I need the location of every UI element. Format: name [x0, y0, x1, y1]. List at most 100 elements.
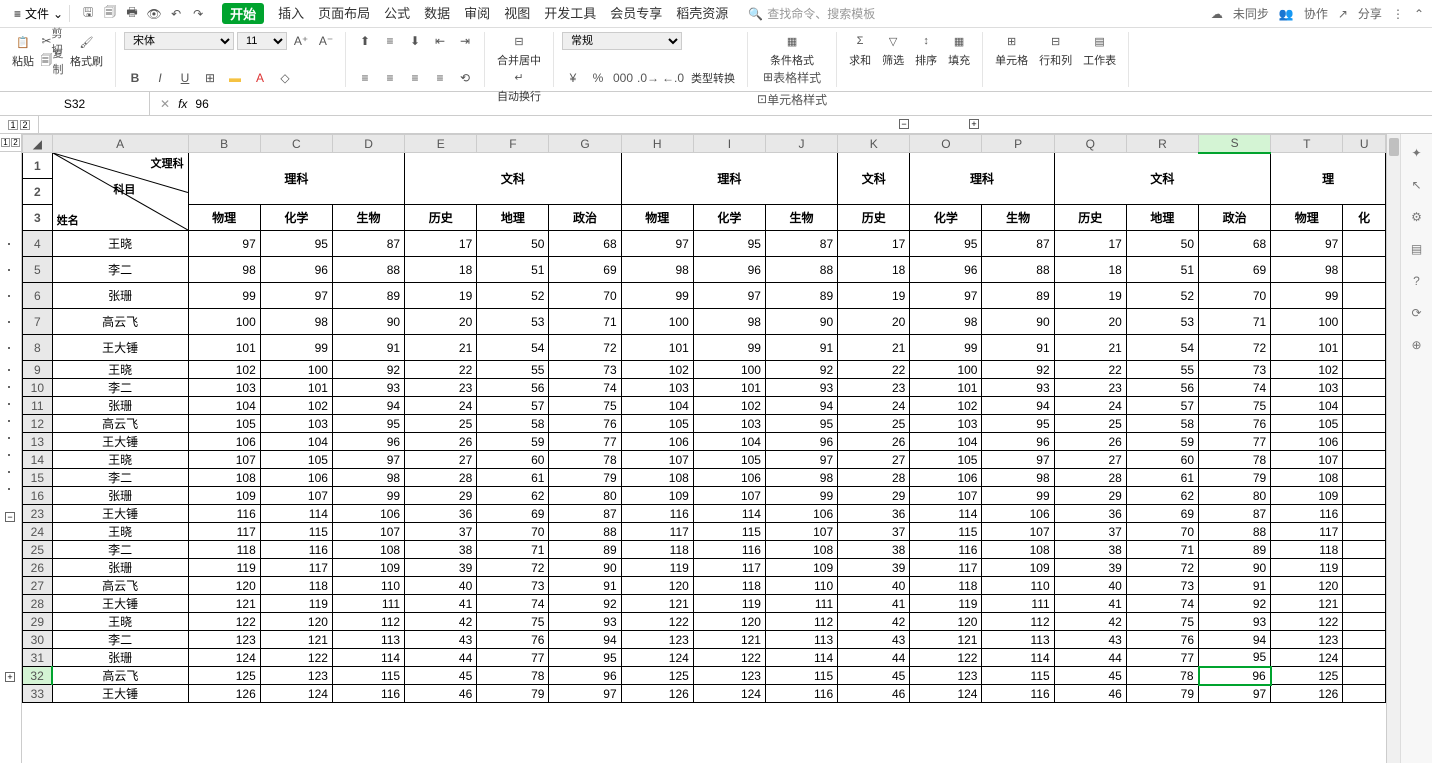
cell[interactable]: 121 [621, 595, 693, 613]
cell[interactable]: 93 [765, 379, 837, 397]
fill-color-button[interactable]: ▬ [224, 69, 246, 87]
copy-button[interactable]: 🗐 复制 [41, 52, 63, 70]
row-header-12[interactable]: 12 [23, 415, 53, 433]
col-outline-2[interactable]: 2 [20, 120, 30, 130]
cell[interactable]: 95 [910, 231, 982, 257]
cell[interactable]: 124 [621, 649, 693, 667]
align-center-icon[interactable]: ≡ [379, 69, 401, 87]
cell[interactable]: 71 [477, 541, 549, 559]
cell-name[interactable]: 高云飞 [52, 309, 188, 335]
cell[interactable]: 27 [1054, 451, 1126, 469]
cell[interactable]: 103 [621, 379, 693, 397]
cell[interactable]: 120 [188, 577, 260, 595]
tab-数据[interactable]: 数据 [424, 3, 450, 24]
cell[interactable]: 36 [405, 505, 477, 523]
cell[interactable]: 88 [549, 523, 621, 541]
cell[interactable]: 77 [1199, 433, 1271, 451]
cell[interactable]: 95 [332, 415, 404, 433]
cell-button[interactable]: ⊞单元格 [991, 32, 1032, 68]
cell-name[interactable]: 王大锤 [52, 505, 188, 523]
cell[interactable]: 87 [765, 231, 837, 257]
row-header-27[interactable]: 27 [23, 577, 53, 595]
cell[interactable]: 73 [1199, 361, 1271, 379]
cell[interactable] [1343, 415, 1386, 433]
more-icon[interactable]: ⋮ [1392, 7, 1404, 21]
row-header-28[interactable]: 28 [23, 595, 53, 613]
cell[interactable]: 88 [1199, 523, 1271, 541]
font-select[interactable]: 宋体 [124, 32, 234, 50]
cell[interactable]: 100 [260, 361, 332, 379]
cell[interactable]: 22 [405, 361, 477, 379]
cell[interactable]: 97 [765, 451, 837, 469]
cell[interactable]: 120 [260, 613, 332, 631]
col-header-G[interactable]: G [549, 135, 621, 153]
cell[interactable] [1343, 433, 1386, 451]
cell[interactable]: 106 [188, 433, 260, 451]
cell[interactable]: 99 [188, 283, 260, 309]
cell[interactable]: 95 [260, 231, 332, 257]
worksheet-button[interactable]: ▤工作表 [1079, 32, 1120, 68]
cell-name[interactable]: 王大锤 [52, 595, 188, 613]
table-style-button[interactable]: ⊞ 表格样式 [756, 68, 828, 86]
cell-name[interactable]: 王晓 [52, 523, 188, 541]
cell[interactable]: 79 [477, 685, 549, 703]
cell[interactable]: 96 [693, 257, 765, 283]
font-color-button[interactable]: A [249, 69, 271, 87]
cell[interactable]: 99 [982, 487, 1054, 505]
cell[interactable]: 100 [188, 309, 260, 335]
indent-right-icon[interactable]: ⇥ [454, 32, 476, 50]
cell[interactable]: 123 [621, 631, 693, 649]
col-header-A[interactable]: A [52, 135, 188, 153]
cell[interactable]: 113 [982, 631, 1054, 649]
cell[interactable]: 112 [765, 613, 837, 631]
cell[interactable]: 60 [477, 451, 549, 469]
cell[interactable]: 76 [1126, 631, 1198, 649]
spreadsheet-grid[interactable]: ◢ABCDEFGHIJKOPQRSTU1文理科科目姓名理科文科理科文科理科文科理… [22, 134, 1386, 763]
cell[interactable]: 106 [982, 505, 1054, 523]
cell[interactable]: 21 [405, 335, 477, 361]
tab-开始[interactable]: 开始 [222, 3, 264, 24]
cell[interactable]: 89 [332, 283, 404, 309]
collab-icon[interactable]: 👥 [1279, 7, 1294, 21]
name-box[interactable] [0, 92, 150, 115]
cell[interactable]: 42 [1054, 613, 1126, 631]
cell[interactable]: 21 [1054, 335, 1126, 361]
cell-name[interactable]: 高云飞 [52, 415, 188, 433]
cell[interactable]: 54 [1126, 335, 1198, 361]
cell[interactable]: 88 [982, 257, 1054, 283]
cell-name[interactable]: 李二 [52, 379, 188, 397]
inc-decimal-icon[interactable]: .0→ [637, 69, 659, 87]
cell[interactable]: 38 [405, 541, 477, 559]
type-convert-button[interactable]: 类型转换 [687, 70, 739, 86]
cell[interactable]: 109 [1271, 487, 1343, 505]
fx-icon[interactable]: fx [178, 97, 187, 111]
cell-name[interactable]: 王晓 [52, 231, 188, 257]
cell[interactable]: 79 [1126, 685, 1198, 703]
cell[interactable]: 68 [1199, 231, 1271, 257]
cell[interactable]: 69 [1126, 505, 1198, 523]
refresh-icon[interactable]: ⟳ [1408, 304, 1426, 322]
cell[interactable]: 122 [188, 613, 260, 631]
save-as-icon[interactable]: 🗐 [100, 4, 120, 24]
cell[interactable]: 90 [982, 309, 1054, 335]
cell[interactable]: 107 [332, 523, 404, 541]
col-header-J[interactable]: J [765, 135, 837, 153]
cell[interactable]: 95 [982, 415, 1054, 433]
cell-name[interactable]: 张珊 [52, 559, 188, 577]
cell[interactable] [1343, 469, 1386, 487]
cell[interactable] [1343, 685, 1386, 703]
cell[interactable]: 97 [260, 283, 332, 309]
cell[interactable] [1343, 309, 1386, 335]
cell-name[interactable]: 李二 [52, 469, 188, 487]
cell[interactable]: 89 [1199, 541, 1271, 559]
cell[interactable]: 119 [1271, 559, 1343, 577]
cell[interactable]: 109 [332, 559, 404, 577]
col-header-K[interactable]: K [838, 135, 910, 153]
tab-开发工具[interactable]: 开发工具 [544, 3, 596, 24]
cell[interactable]: 102 [1271, 361, 1343, 379]
col-group-expand-1[interactable]: + [969, 119, 979, 129]
tab-插入[interactable]: 插入 [278, 3, 304, 24]
cell[interactable]: 96 [332, 433, 404, 451]
cell[interactable]: 114 [982, 649, 1054, 667]
cell[interactable]: 42 [405, 613, 477, 631]
